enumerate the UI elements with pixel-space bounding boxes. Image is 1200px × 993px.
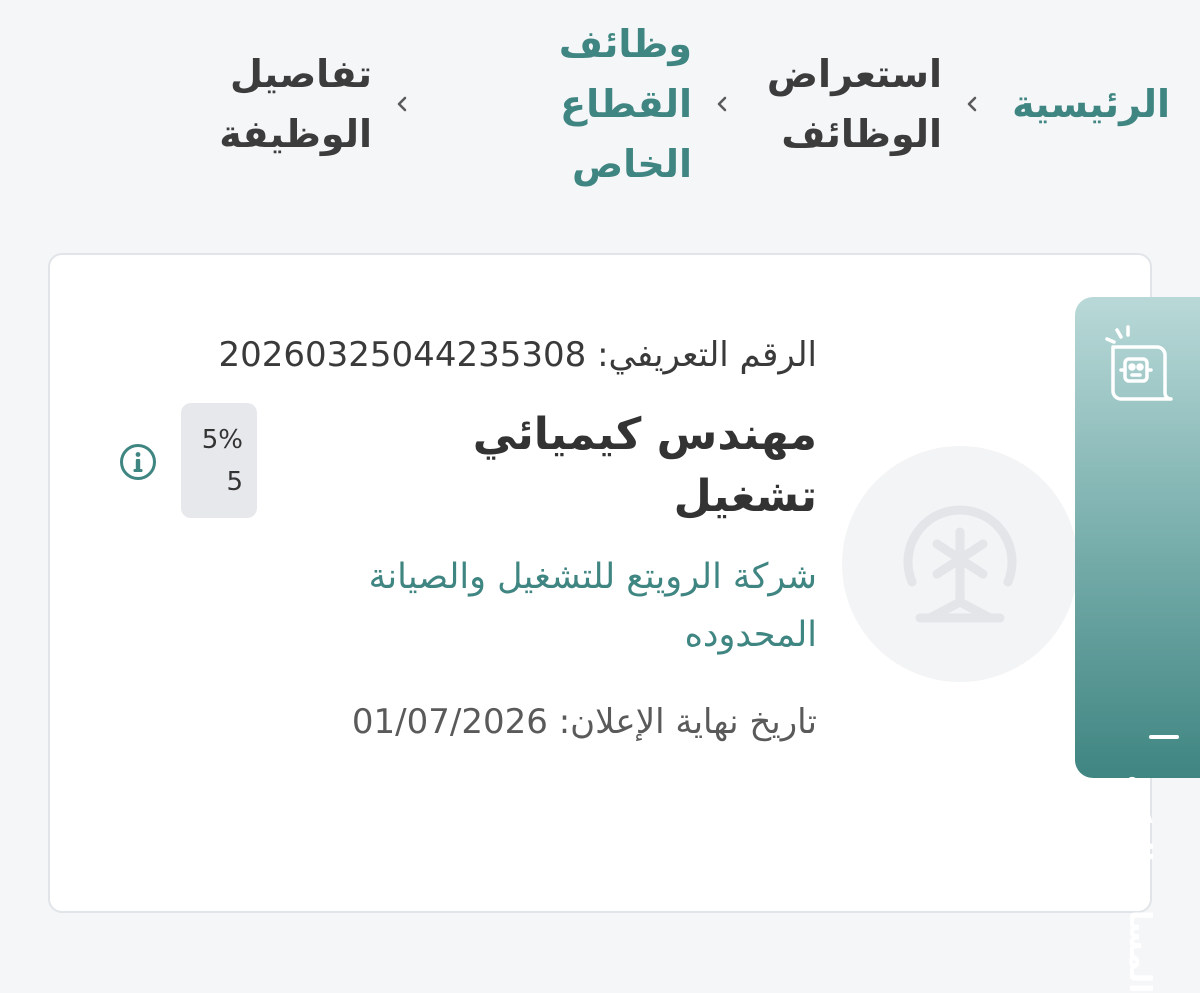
assistant-divider: [1149, 735, 1179, 739]
chevron-left-icon: [692, 95, 752, 113]
match-badge: 5% 5: [181, 403, 257, 518]
breadcrumb-browse-jobs-link[interactable]: استعراض الوظائف: [752, 44, 942, 164]
chevron-left-icon: [942, 95, 1002, 113]
job-reference-number: 20260325044235308: [218, 335, 587, 375]
breadcrumb-private-sector-link[interactable]: وظائف القطاع الخاص: [432, 14, 692, 194]
job-reference: الرقم التعريفي: 20260325044235308: [219, 330, 818, 380]
job-reference-label: الرقم التعريفي:: [597, 335, 817, 375]
company-name-link[interactable]: شركة الرويتع للتشغيل والصيانة المحدوده: [257, 548, 817, 664]
end-date-value: 01/07/2026: [351, 702, 548, 742]
end-date-label: تاريخ نهاية الإعلان:: [558, 702, 817, 742]
chevron-left-icon: [372, 95, 432, 113]
breadcrumb-current-page: تفاصيل الوظيفة: [219, 52, 373, 156]
job-title: مهندس كيميائي تشغيل: [472, 409, 817, 522]
smart-assistant-tab[interactable]: المساعد الذكي: [1075, 297, 1200, 993]
badge-percent: 5%: [201, 424, 243, 455]
company-logo-icon: [903, 505, 1017, 623]
smart-assistant-label: المساعد الذكي: [1122, 775, 1157, 993]
badge-count: 5: [226, 466, 243, 497]
announcement-end-date: تاريخ نهاية الإعلان: 01/07/2026: [352, 694, 817, 750]
info-icon[interactable]: [118, 442, 158, 482]
breadcrumb-home-link[interactable]: الرئيسية: [1012, 74, 1170, 134]
company-logo: [842, 446, 1078, 682]
breadcrumb: الرئيسية استعراض الوظائف وظائف القطاع ال…: [110, 22, 1170, 186]
robot-icon: [1105, 325, 1173, 401]
